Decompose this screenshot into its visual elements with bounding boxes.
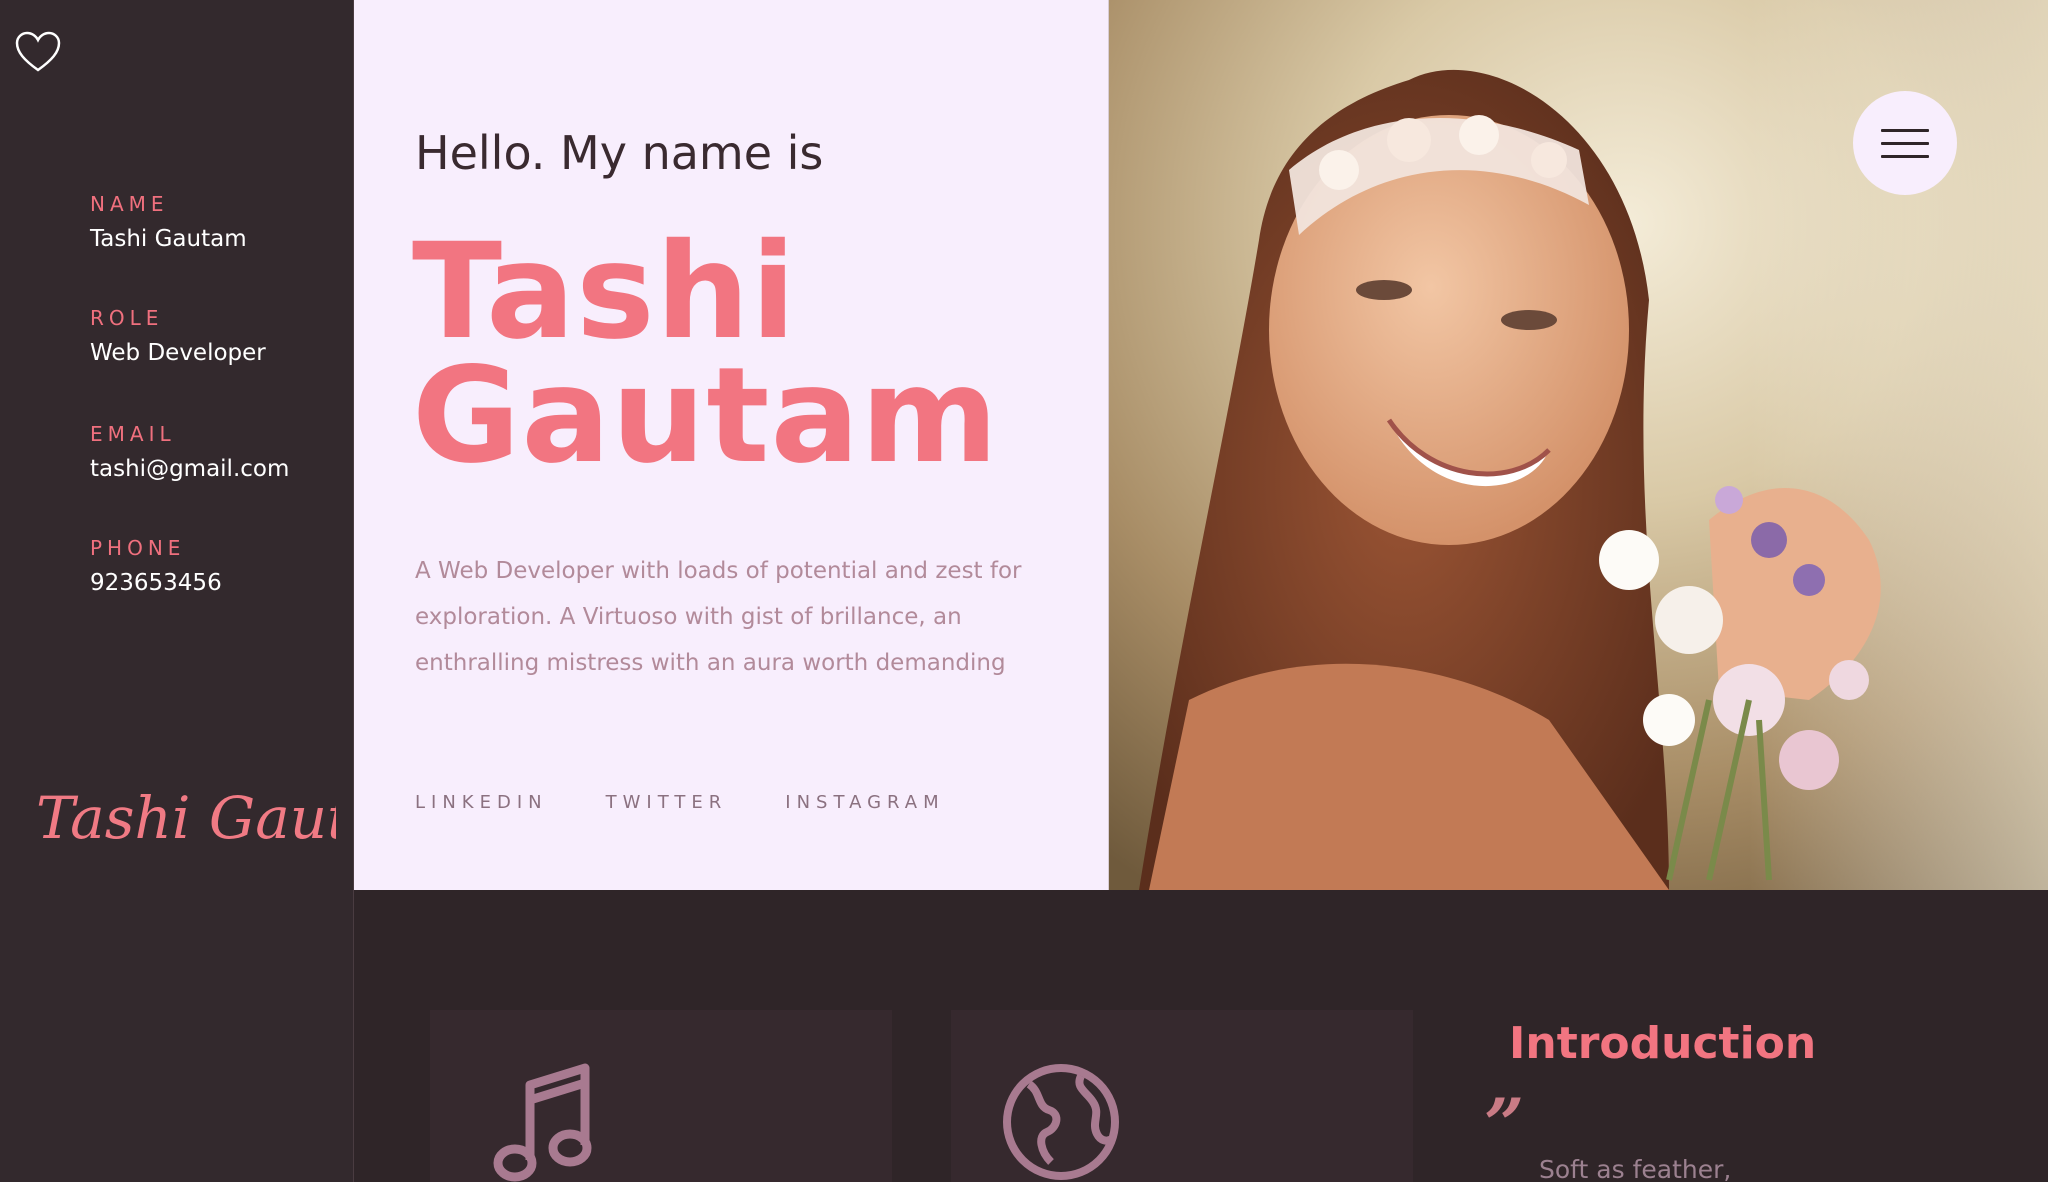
twitter-link[interactable]: TWITTER xyxy=(606,792,728,813)
intro-title: Introduction xyxy=(1509,1018,1817,1069)
signature-text: Tashi Gautam xyxy=(36,784,336,852)
info-label: EMAIL xyxy=(90,422,176,446)
feature-card-globe[interactable] xyxy=(951,1010,1413,1182)
menu-button[interactable] xyxy=(1853,91,1957,195)
hamburger-menu-icon xyxy=(1881,129,1929,132)
info-phone: PHONE 923653456 xyxy=(90,536,222,596)
info-label: PHONE xyxy=(90,536,186,560)
info-label: ROLE xyxy=(90,306,164,330)
info-value[interactable]: 923653456 xyxy=(90,570,222,596)
info-value: Web Developer xyxy=(90,340,266,366)
hero-name: Tashi Gautam xyxy=(412,215,1000,493)
feature-card-music[interactable] xyxy=(430,1010,892,1182)
globe-icon xyxy=(1003,1064,1119,1180)
instagram-link[interactable]: INSTAGRAM xyxy=(785,792,944,813)
info-role: ROLE Web Developer xyxy=(90,306,266,366)
info-email: EMAIL tashi@gmail.com xyxy=(90,422,289,482)
hamburger-menu-icon xyxy=(1881,142,1929,145)
greeting: Hello. My name is xyxy=(415,126,824,180)
social-links: LINKEDIN TWITTER INSTAGRAM xyxy=(415,792,945,813)
info-label: NAME xyxy=(90,192,169,216)
sidebar: NAME Tashi Gautam ROLE Web Developer EMA… xyxy=(0,0,354,1182)
linkedin-link[interactable]: LINKEDIN xyxy=(415,792,548,813)
bio: A Web Developer with loads of potential … xyxy=(415,558,1022,676)
info-name: NAME Tashi Gautam xyxy=(90,192,247,252)
info-value[interactable]: tashi@gmail.com xyxy=(90,456,289,482)
lower-section: Introduction ” Soft as feather, xyxy=(354,890,2048,1182)
quote-text: Soft as feather, xyxy=(1539,1155,1732,1182)
hero-last-name: Gautam xyxy=(412,339,1000,493)
heart-outline-icon[interactable] xyxy=(14,30,62,74)
hamburger-menu-icon xyxy=(1881,155,1929,158)
quote-mark-icon: ” xyxy=(1484,1083,1525,1166)
hero-first-name: Tashi xyxy=(412,215,797,369)
signature: Tashi Gautam xyxy=(36,784,336,852)
music-note-icon xyxy=(493,1063,592,1182)
info-value: Tashi Gautam xyxy=(90,226,247,252)
hero-panel: Hello. My name is Tashi Gautam A Web Dev… xyxy=(354,0,1108,890)
